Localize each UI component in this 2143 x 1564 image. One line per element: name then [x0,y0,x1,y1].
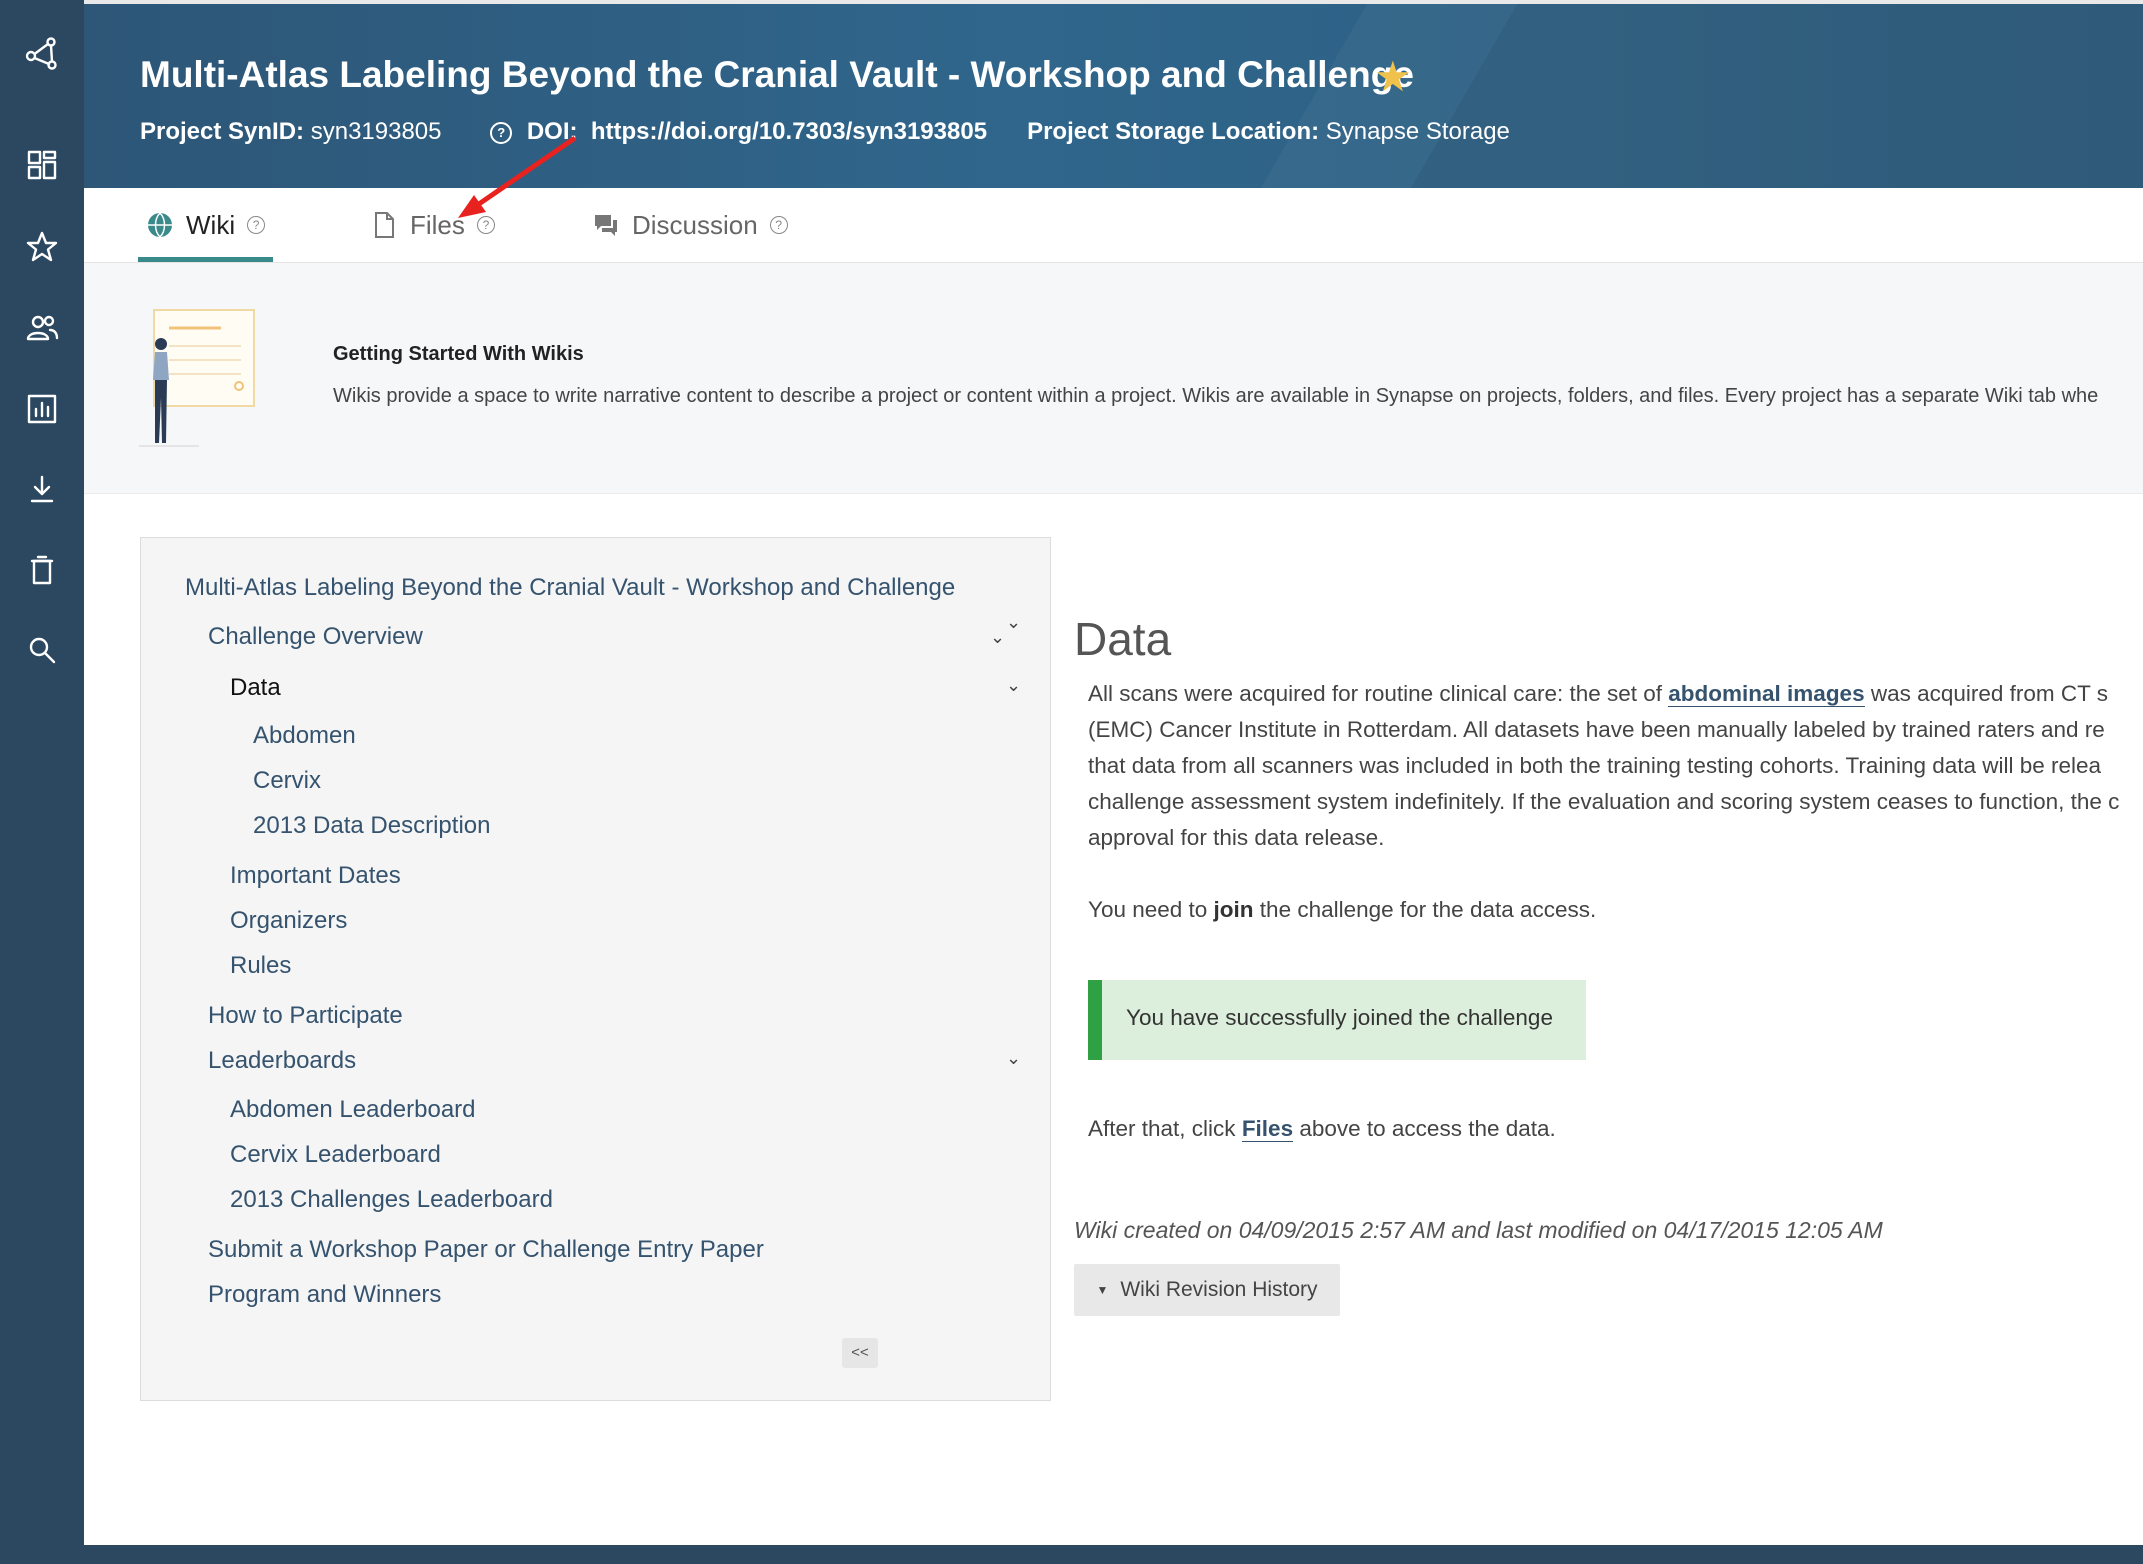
globe-icon [148,212,172,238]
challenges-chart-icon[interactable] [18,385,66,433]
wiki-illustration-icon [139,309,255,447]
favorite-star-icon[interactable]: ★ [1374,56,1412,98]
nav-leaderboards[interactable]: Leaderboards [208,1047,356,1075]
favorites-star-icon[interactable] [18,223,66,271]
nav-how-to-participate[interactable]: How to Participate [208,1002,403,1030]
tab-wiki-label: Wiki [186,209,236,240]
nav-program-and-winners[interactable]: Program and Winners [208,1281,441,1309]
project-header: Multi-Atlas Labeling Beyond the Cranial … [84,4,2143,188]
trash-icon[interactable] [18,546,66,594]
file-icon [375,212,394,238]
data-paragraph-line: (EMC) Cancer Institute in Rotterdam. All… [1088,717,2105,742]
help-icon[interactable]: ? [247,216,266,234]
doi-label: DOI: [526,118,578,145]
wiki-created-info: Wiki created on 04/09/2015 2:57 AM and l… [1074,1217,1883,1243]
project-title: Multi-Atlas Labeling Beyond the Cranial … [140,54,1414,95]
getting-started-banner: Getting Started With Wikis Wikis provide… [84,263,2143,494]
nav-important-dates[interactable]: Important Dates [230,862,401,890]
chevron-down-icon[interactable]: ⌄ [1006,612,1021,633]
chevron-down-icon[interactable]: ⌄ [1006,675,1021,696]
data-paragraph-line: challenge assessment system indefinitely… [1088,789,2120,814]
nav-2013-challenges-leaderboard[interactable]: 2013 Challenges Leaderboard [230,1186,553,1214]
data-paragraph-line: that data from all scanners was included… [1088,753,2102,778]
dashboard-icon[interactable] [18,141,66,189]
nav-root[interactable]: Multi-Atlas Labeling Beyond the Cranial … [185,574,955,602]
nav-rules[interactable]: Rules [230,952,291,980]
tab-wiki[interactable]: Wiki ? [137,188,274,262]
text-span: above to access the data. [1293,1116,1556,1141]
text-span: You need to [1088,897,1214,922]
wiki-revision-history-label: Wiki Revision History [1120,1278,1318,1301]
storage-value: Synapse Storage [1325,118,1510,145]
nav-abdomen[interactable]: Abdomen [253,722,356,750]
nav-cervix[interactable]: Cervix [253,767,321,795]
files-link[interactable]: Files [1241,1116,1294,1142]
join-paragraph: You need to join the challenge for the d… [1088,897,1596,923]
page-heading: Data [1074,613,1172,665]
wiki-revision-history-button[interactable]: ▼ Wiki Revision History [1074,1264,1340,1316]
nav-data[interactable]: Data [230,674,281,702]
abdominal-images-link[interactable]: abdominal images [1668,681,1865,707]
collapse-nav-button[interactable]: << [842,1338,878,1368]
project-meta: Project SynID: syn3193805 ? DOI: https:/… [140,118,1510,146]
help-icon[interactable]: ? [476,216,495,234]
help-icon[interactable]: ? [769,216,788,234]
nav-submit-paper[interactable]: Submit a Workshop Paper or Challenge Ent… [208,1236,764,1264]
caret-down-icon: ▼ [1096,1283,1109,1297]
chevron-down-icon[interactable]: ⌄ [990,627,1005,648]
tab-discussion-label: Discussion [632,209,758,240]
search-icon[interactable] [18,626,66,674]
storage-label: Project Storage Location: [1027,118,1320,145]
synid-value[interactable]: syn3193805 [311,118,442,145]
tab-files-label: Files [410,209,465,240]
discussion-icon [595,215,617,236]
banner-text: Wikis provide a space to write narrative… [333,385,2099,407]
nav-cervix-leaderboard[interactable]: Cervix Leaderboard [230,1141,441,1169]
tab-files[interactable]: Files ? [370,188,495,262]
nav-2013-data-description[interactable]: 2013 Data Description [253,812,490,840]
success-alert: You have successfully joined the challen… [1088,980,1586,1060]
nav-organizers[interactable]: Organizers [230,907,347,935]
text-span: All scans were acquired for routine clin… [1088,681,1669,706]
project-tabs: Wiki ? Files ? Discussion ? [84,188,2143,263]
doi-link[interactable]: https://doi.org/10.7303/syn3193805 [591,118,987,145]
synid-label: Project SynID: [140,118,305,145]
tab-discussion[interactable]: Discussion ? [592,188,788,262]
footer-bar [84,1545,2143,1564]
download-icon[interactable] [18,466,66,514]
nav-challenge-overview[interactable]: Challenge Overview [208,623,423,651]
help-icon[interactable]: ? [490,122,513,144]
synapse-logo-icon[interactable] [18,30,66,78]
nav-abdomen-leaderboard[interactable]: Abdomen Leaderboard [230,1096,476,1124]
success-message: You have successfully joined the challen… [1126,1005,1553,1030]
join-text: join [1213,897,1254,922]
left-nav-rail [0,0,84,1564]
text-span: was acquired from CT s [1864,681,2109,706]
chevron-down-icon[interactable]: ⌄ [1006,1048,1021,1069]
data-paragraph-line: approval for this data release. [1088,825,1385,850]
data-paragraph-line: All scans were acquired for routine clin… [1088,681,2108,707]
teams-icon[interactable] [18,304,66,352]
text-span: the challenge for the data access. [1253,897,1597,922]
banner-title: Getting Started With Wikis [333,343,584,365]
text-span: After that, click [1088,1116,1242,1141]
after-paragraph: After that, click Files above to access … [1088,1116,1556,1142]
